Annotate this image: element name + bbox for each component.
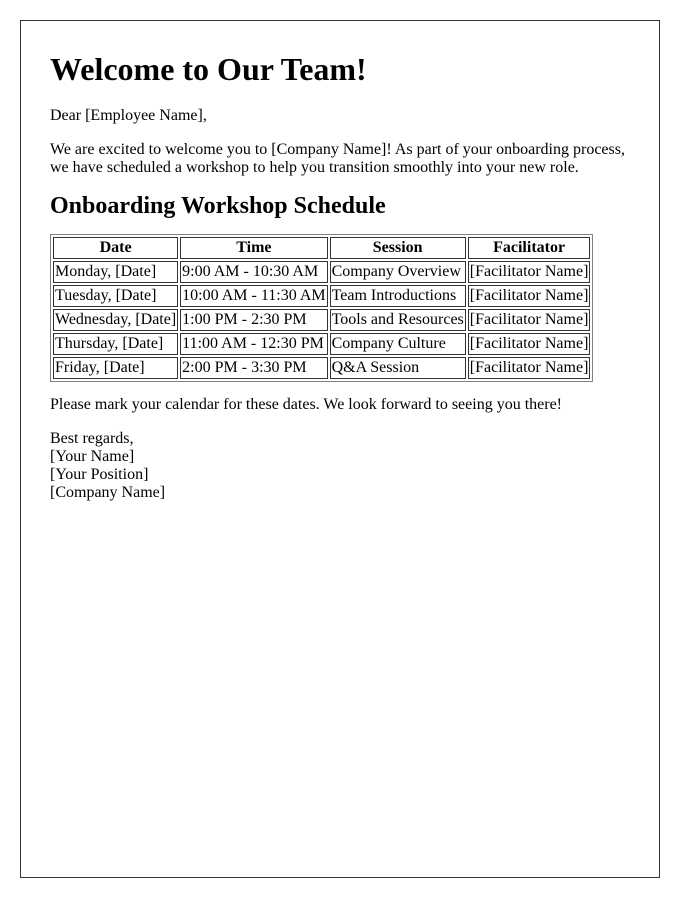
table-row: Thursday, [Date] 11:00 AM - 12:30 PM Com… [53, 333, 591, 355]
cell-time: 9:00 AM - 10:30 AM [180, 261, 328, 283]
cell-date: Friday, [Date] [53, 357, 179, 379]
cell-facilitator: [Facilitator Name] [467, 309, 591, 331]
header-session: Session [329, 237, 466, 259]
cell-session: Company Overview [329, 261, 466, 283]
cell-facilitator: [Facilitator Name] [467, 261, 591, 283]
cell-time: 11:00 AM - 12:30 PM [180, 333, 328, 355]
closing-paragraph: Please mark your calendar for these date… [50, 396, 563, 413]
cell-session: Team Introductions [329, 285, 466, 307]
cell-facilitator: [Facilitator Name] [467, 357, 591, 379]
cell-date: Thursday, [Date] [53, 333, 179, 355]
cell-facilitator: [Facilitator Name] [467, 333, 591, 355]
page-title: Welcome to Our Team! [50, 51, 367, 87]
cell-date: Wednesday, [Date] [53, 309, 179, 331]
table-row: Friday, [Date] 2:00 PM - 3:30 PM Q&A Ses… [53, 357, 591, 379]
signoff-company: [Company Name] [50, 484, 166, 501]
table-row: Tuesday, [Date] 10:00 AM - 11:30 AM Team… [53, 285, 591, 307]
cell-time: 1:00 PM - 2:30 PM [180, 309, 328, 331]
signoff-name: [Your Name] [50, 448, 135, 465]
table-header-row: Date Time Session Facilitator [53, 237, 591, 259]
cell-time: 10:00 AM - 11:30 AM [180, 285, 328, 307]
header-date: Date [53, 237, 179, 259]
cell-date: Monday, [Date] [53, 261, 179, 283]
cell-session: Tools and Resources [329, 309, 466, 331]
table-row: Monday, [Date] 9:00 AM - 10:30 AM Compan… [53, 261, 591, 283]
schedule-heading: Onboarding Workshop Schedule [50, 193, 386, 219]
signoff-regards: Best regards, [50, 430, 134, 447]
signoff-position: [Your Position] [50, 466, 149, 483]
cell-date: Tuesday, [Date] [53, 285, 179, 307]
schedule-table: Date Time Session Facilitator Monday, [D… [50, 234, 594, 382]
table-row: Wednesday, [Date] 1:00 PM - 2:30 PM Tool… [53, 309, 591, 331]
cell-session: Q&A Session [329, 357, 466, 379]
header-facilitator: Facilitator [467, 237, 591, 259]
cell-session: Company Culture [329, 333, 466, 355]
greeting: Dear [Employee Name], [50, 107, 207, 124]
cell-facilitator: [Facilitator Name] [467, 285, 591, 307]
header-time: Time [180, 237, 328, 259]
signature-block: Best regards, [Your Name] [Your Position… [50, 430, 630, 502]
intro-paragraph: We are excited to welcome you to [Compan… [50, 141, 625, 176]
letter-page: Welcome to Our Team! Dear [Employee Name… [20, 20, 660, 878]
cell-time: 2:00 PM - 3:30 PM [180, 357, 328, 379]
